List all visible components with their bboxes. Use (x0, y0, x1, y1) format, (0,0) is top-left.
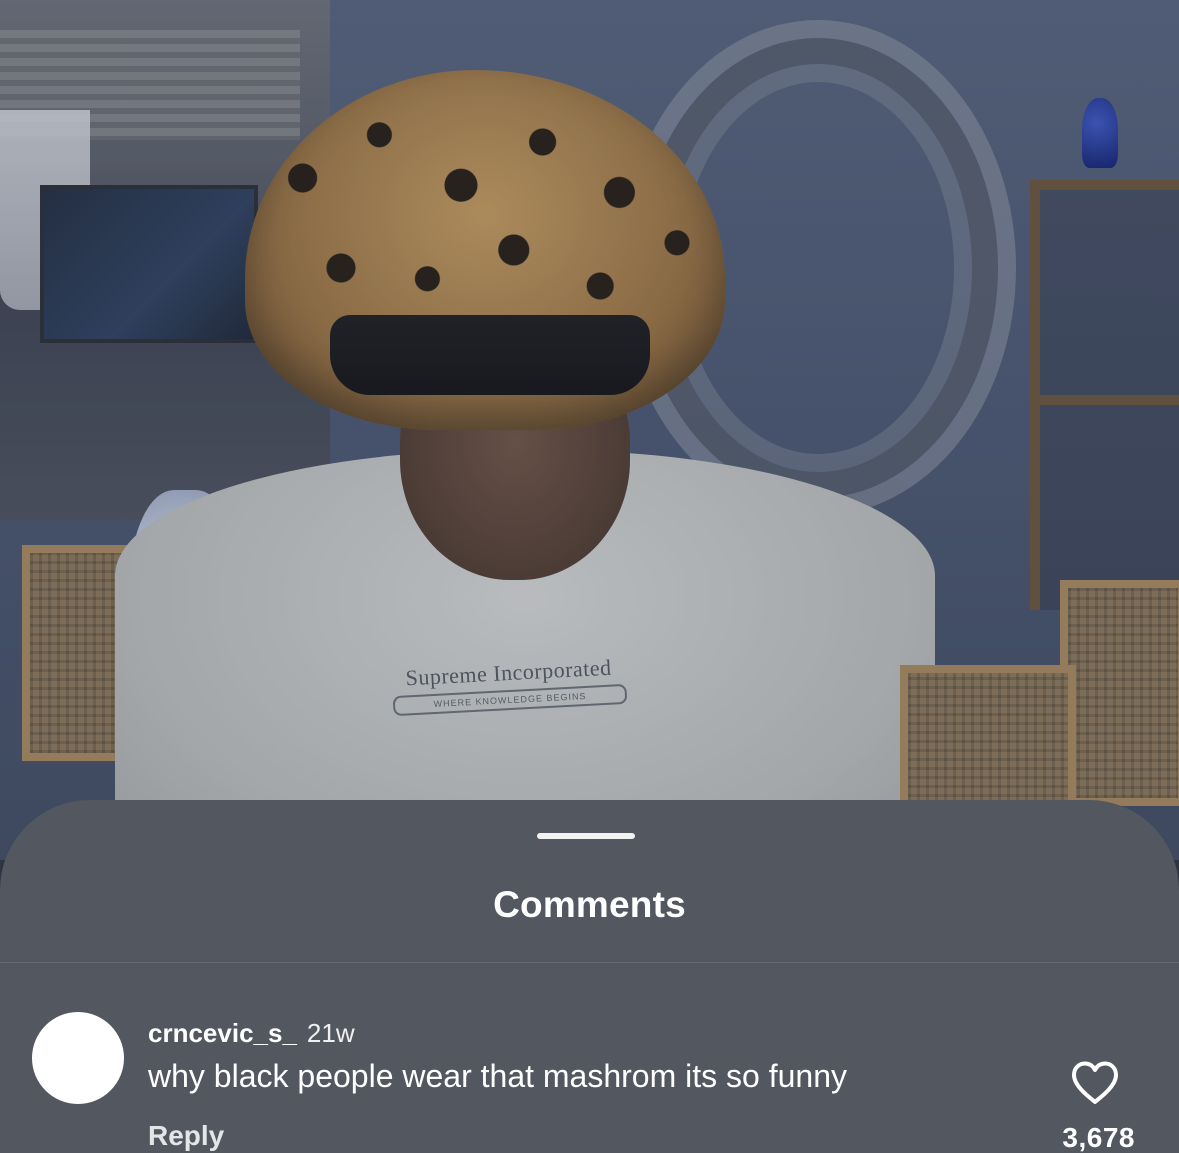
header-divider (0, 962, 1179, 963)
comment-username[interactable]: crncevic_s_ (148, 1018, 297, 1048)
reply-button[interactable]: Reply (148, 1120, 224, 1152)
comments-sheet: Comments crncevic_s_ 21w why black people… (0, 800, 1179, 1153)
app-screen: Supreme Incorporated WHERE KNOWLEDGE BEG… (0, 0, 1179, 1153)
comment-item: crncevic_s_ 21w why black people wear tha… (0, 1012, 1179, 1153)
avatar[interactable] (32, 1012, 124, 1104)
heart-outline-icon (1072, 1061, 1118, 1104)
comment-meta: crncevic_s_ 21w (148, 1018, 355, 1049)
sheet-drag-handle[interactable] (537, 833, 635, 839)
video-frame[interactable]: Supreme Incorporated WHERE KNOWLEDGE BEG… (0, 0, 1179, 860)
sheet-title: Comments (493, 884, 686, 925)
like-count: 3,678 (1062, 1122, 1135, 1153)
comment-text: why black people wear that mashrom its s… (148, 1058, 847, 1094)
comment-timestamp: 21w (306, 1018, 355, 1048)
like-button[interactable] (1070, 1060, 1120, 1106)
video-dim-overlay (0, 0, 1179, 860)
